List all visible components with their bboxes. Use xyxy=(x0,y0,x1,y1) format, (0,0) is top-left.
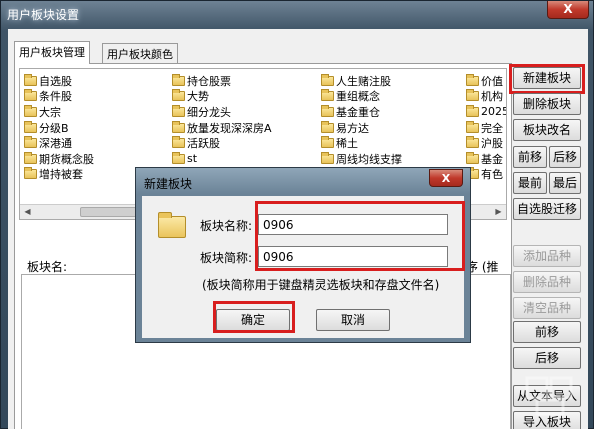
folder-icon xyxy=(321,151,334,164)
folder-icon xyxy=(24,167,37,180)
folder-icon xyxy=(24,136,37,149)
block-name-label: 板块名: xyxy=(27,260,68,274)
folder-icon xyxy=(466,151,479,164)
list-item[interactable]: 基金 xyxy=(466,151,506,167)
list-item[interactable]: 放量发现深深房A xyxy=(172,120,272,136)
list-item[interactable]: 活跃股 xyxy=(172,135,272,151)
folder-icon xyxy=(466,104,479,117)
folder-icon xyxy=(466,73,479,86)
highlight-box xyxy=(213,301,295,333)
dialog-title: 新建板块 xyxy=(144,177,193,191)
folder-column-2: 持仓股票 大势 细分龙头 放量发现深深房A 活跃股 st xyxy=(172,73,272,167)
new-block-dialog: 新建板块 X 板块名称: 板块简称: (板块简称用于键盘精灵选板块和存盘文件名)… xyxy=(135,167,471,343)
list-item[interactable]: 完全 xyxy=(466,120,506,136)
list-item[interactable]: 2025 xyxy=(466,104,506,120)
folder-icon xyxy=(466,120,479,133)
scroll-left-icon[interactable]: ◀ xyxy=(20,205,35,219)
folder-icon xyxy=(24,104,37,117)
move-up-button[interactable]: 前移 xyxy=(513,146,547,168)
folder-column-3: 人生赌注股 重组概念 基金重仓 易方达 稀土 周线均线支撑 xyxy=(321,73,402,167)
watermark-logo xyxy=(525,376,573,416)
folder-icon xyxy=(321,89,334,102)
list-item[interactable]: 周线均线支撑 xyxy=(321,151,402,167)
title-bar[interactable]: 用户板块设置 X xyxy=(1,1,594,29)
list-item[interactable]: st xyxy=(172,151,272,167)
list-item[interactable]: 大宗 xyxy=(24,104,94,120)
stock-up-button[interactable]: 前移 xyxy=(513,321,581,343)
migrate-favorites-button[interactable]: 自选股迁移 xyxy=(513,198,581,220)
delete-block-button[interactable]: 删除板块 xyxy=(513,93,581,115)
block-name-label: 板块名称: xyxy=(200,219,253,233)
list-item[interactable]: 机构 xyxy=(466,89,506,105)
list-item[interactable]: 增持被套 xyxy=(24,167,94,183)
move-down-button[interactable]: 后移 xyxy=(549,146,581,168)
dialog-close-button[interactable]: X xyxy=(429,169,463,187)
folder-icon xyxy=(24,73,37,86)
list-item[interactable]: 条件股 xyxy=(24,89,94,105)
clear-stock-button[interactable]: 清空品种 xyxy=(513,297,581,319)
list-item[interactable]: 人生赌注股 xyxy=(321,73,402,89)
scroll-right-icon[interactable]: ▶ xyxy=(491,205,506,219)
list-item[interactable]: 沪股 xyxy=(466,135,506,151)
list-item[interactable]: 基金重仓 xyxy=(321,104,402,120)
folder-icon xyxy=(24,151,37,164)
list-item[interactable]: 有色 xyxy=(466,167,506,183)
highlight-box xyxy=(255,201,465,271)
move-first-button[interactable]: 最前 xyxy=(513,172,547,194)
folder-icon xyxy=(321,136,334,149)
folder-column-4: 价值 机构 2025 完全 沪股 基金 有色 xyxy=(466,73,506,183)
list-item[interactable]: 持仓股票 xyxy=(172,73,272,89)
list-item[interactable]: 大势 xyxy=(172,89,272,105)
folder-icon xyxy=(466,136,479,149)
folder-column-1: 自选股 条件股 大宗 分级B 深港通 期货概念股 增持被套 xyxy=(24,73,94,182)
list-item[interactable]: 稀土 xyxy=(321,135,402,151)
list-item[interactable]: 价值 xyxy=(466,73,506,89)
folder-icon xyxy=(172,89,185,102)
folder-icon xyxy=(321,104,334,117)
folder-icon xyxy=(24,120,37,133)
list-item[interactable]: 自选股 xyxy=(24,73,94,89)
cancel-button[interactable]: 取消 xyxy=(316,309,390,331)
tab-block-color[interactable]: 用户板块颜色 xyxy=(102,43,178,63)
folder-icon xyxy=(172,136,185,149)
stock-down-button[interactable]: 后移 xyxy=(513,347,581,369)
folder-icon xyxy=(172,73,185,86)
folder-icon xyxy=(321,73,334,86)
list-item[interactable]: 易方达 xyxy=(321,120,402,136)
folder-icon xyxy=(158,212,186,238)
folder-icon xyxy=(172,104,185,117)
highlight-box xyxy=(509,64,585,94)
close-button[interactable]: X xyxy=(547,1,589,19)
block-short-name-label: 板块简称: xyxy=(200,251,253,265)
folder-icon xyxy=(172,151,185,164)
move-last-button[interactable]: 最后 xyxy=(549,172,581,194)
add-stock-button[interactable]: 添加品种 xyxy=(513,245,581,267)
folder-icon xyxy=(321,120,334,133)
list-item[interactable]: 期货概念股 xyxy=(24,151,94,167)
dialog-body: 板块名称: 板块简称: (板块简称用于键盘精灵选板块和存盘文件名) 确定 取消 xyxy=(142,196,465,338)
list-item[interactable]: 分级B xyxy=(24,120,94,136)
folder-icon xyxy=(24,89,37,102)
window-title: 用户板块设置 xyxy=(7,8,80,22)
tab-block-manage[interactable]: 用户板块管理 xyxy=(14,41,90,64)
rename-block-button[interactable]: 板块改名 xyxy=(513,119,581,141)
folder-icon xyxy=(172,120,185,133)
delete-stock-button[interactable]: 删除品种 xyxy=(513,271,581,293)
folder-icon xyxy=(466,89,479,102)
list-item[interactable]: 细分龙头 xyxy=(172,104,272,120)
list-item[interactable]: 重组概念 xyxy=(321,89,402,105)
list-item[interactable]: 深港通 xyxy=(24,135,94,151)
short-name-hint: (板块简称用于键盘精灵选板块和存盘文件名) xyxy=(202,278,440,292)
